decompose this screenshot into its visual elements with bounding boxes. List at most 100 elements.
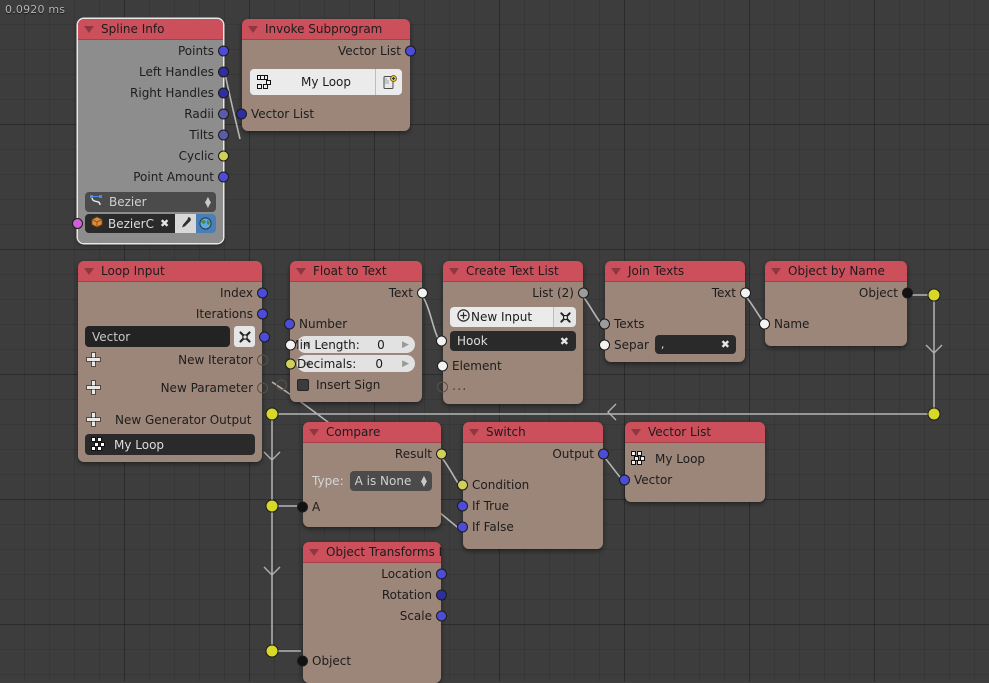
spline-type-dropdown[interactable]: Bezier ▲ ▼	[85, 192, 216, 212]
socket-text-out[interactable]	[417, 287, 428, 298]
socket-row-vector-list-in[interactable]: Vector List	[236, 103, 410, 124]
node-header[interactable]: Object Transforms I…	[303, 542, 441, 563]
type-dropdown[interactable]: A is None ▲ ▼	[349, 471, 432, 491]
world-globe-icon[interactable]	[195, 214, 216, 233]
node-header[interactable]: Float to Text	[290, 261, 422, 282]
triangle-down-icon[interactable]	[84, 267, 94, 275]
socket-hook[interactable]	[436, 335, 447, 347]
node-vector-list[interactable]: Vector List My Loop Vector	[619, 422, 765, 502]
node-join-texts[interactable]: Join Texts Text Texts Separ , ✖	[599, 261, 751, 362]
socket-row-new-iterator[interactable]: New Iterator	[78, 349, 268, 370]
remove-x-icon[interactable]: ✖	[554, 335, 569, 348]
socket-condition[interactable]	[457, 479, 468, 490]
subprogram-selector[interactable]: My Loop	[250, 69, 402, 95]
node-header[interactable]: Create Text List	[443, 261, 583, 282]
node-header[interactable]: Switch	[463, 422, 603, 443]
socket-iterator-vector[interactable]	[259, 331, 270, 342]
socket-row-points[interactable]: Points	[78, 40, 229, 61]
triangle-down-icon[interactable]	[631, 428, 641, 436]
socket-points[interactable]	[218, 45, 229, 56]
min-length-field[interactable]: ◀ Min Length: 0 ▶	[285, 336, 415, 353]
node-float-to-text[interactable]: Float to Text Text Number ◀ Min Length: …	[276, 261, 428, 402]
socket-name[interactable]	[759, 318, 770, 329]
decimals-field[interactable]: ◀ Decimals: 0 ▶	[285, 355, 415, 372]
socket-object-out[interactable]	[902, 287, 913, 298]
object-selector[interactable]: BezierC ✖	[85, 214, 216, 233]
subprogram-row[interactable]: My Loop	[625, 448, 765, 469]
triangle-down-icon[interactable]	[84, 25, 94, 33]
triangle-down-icon[interactable]	[469, 428, 479, 436]
socket-vector-list-out[interactable]	[405, 45, 416, 56]
socket-row-cyclic[interactable]: Cyclic	[78, 145, 229, 166]
node-invoke-subprogram[interactable]: Invoke Subprogram Vector List My Loop Ve…	[236, 19, 416, 131]
socket-row-vector-list-out[interactable]: Vector List	[242, 40, 416, 61]
eyedropper-icon[interactable]	[175, 214, 196, 233]
node-object-transforms[interactable]: Object Transforms I… Location Rotation S…	[297, 542, 447, 683]
socket-a[interactable]	[297, 501, 308, 512]
node-compare[interactable]: Compare Result Type: A is None ▲ ▼ A	[297, 422, 447, 527]
socket-row-name[interactable]: Name	[759, 313, 907, 334]
new-input-button[interactable]: New Input	[450, 307, 553, 327]
socket-row-condition[interactable]: Condition	[457, 474, 603, 495]
socket-row-rotation[interactable]: Rotation	[303, 584, 447, 605]
triangle-down-icon[interactable]	[309, 428, 319, 436]
socket-number[interactable]	[284, 318, 295, 329]
triangle-down-icon[interactable]	[309, 548, 319, 556]
socket-more[interactable]	[437, 381, 448, 392]
node-loop-input[interactable]: Loop Input Index Iterations Vector New I…	[78, 261, 270, 462]
socket-row-text-out[interactable]: Text	[290, 282, 428, 303]
socket-right-handles[interactable]	[218, 87, 229, 98]
socket-min-length[interactable]	[285, 339, 296, 350]
node-header[interactable]: Loop Input	[78, 261, 262, 282]
socket-row-object-in[interactable]: Object	[297, 650, 441, 671]
socket-row-location[interactable]: Location	[303, 563, 447, 584]
hook-field[interactable]: Hook ✖	[436, 331, 576, 351]
socket-object-in[interactable]	[297, 655, 308, 666]
separator-field[interactable]: , ✖	[654, 335, 736, 354]
socket-row-element[interactable]: Element	[437, 355, 583, 376]
node-header[interactable]: Compare	[303, 422, 441, 443]
socket-row-list-out[interactable]: List (2)	[443, 282, 589, 303]
socket-cyclic[interactable]	[218, 150, 229, 161]
socket-row-vector[interactable]: Vector	[619, 469, 765, 490]
socket-separator[interactable]	[599, 339, 610, 350]
socket-row-right-handles[interactable]: Right Handles	[78, 82, 229, 103]
socket-row-if-true[interactable]: If True	[457, 495, 603, 516]
triangle-down-icon[interactable]	[449, 267, 459, 275]
socket-index[interactable]	[257, 287, 268, 298]
socket-list-out[interactable]	[578, 287, 589, 298]
add-plus-icon[interactable]	[87, 413, 100, 426]
separator-row[interactable]: Separ , ✖	[599, 334, 745, 355]
socket-row-text-out[interactable]: Text	[605, 282, 751, 303]
socket-decimals[interactable]	[285, 358, 296, 369]
node-header[interactable]: Join Texts	[605, 261, 745, 282]
socket-row-index[interactable]: Index	[78, 282, 268, 303]
socket-row-object-out[interactable]: Object	[765, 282, 913, 303]
socket-vector[interactable]	[619, 474, 630, 485]
add-plus-icon[interactable]	[87, 381, 100, 394]
insert-sign-row[interactable]: Insert Sign	[276, 374, 422, 395]
socket-row-radii[interactable]: Radii	[78, 103, 229, 124]
socket-row-texts[interactable]: Texts	[599, 313, 745, 334]
loop-subprogram-field[interactable]: My Loop	[85, 434, 255, 455]
socket-row-output[interactable]: Output	[463, 443, 609, 464]
socket-texts[interactable]	[599, 318, 610, 329]
socket-row-point-amount[interactable]: Point Amount	[78, 166, 229, 187]
socket-vector-list-in[interactable]	[236, 108, 247, 119]
node-switch[interactable]: Switch Output Condition If True If False	[457, 422, 609, 549]
socket-row-tilts[interactable]: Tilts	[78, 124, 229, 145]
socket-row-left-handles[interactable]: Left Handles	[78, 61, 229, 82]
node-header[interactable]: Invoke Subprogram	[242, 19, 410, 40]
socket-if-false[interactable]	[457, 521, 468, 532]
chevron-right-icon[interactable]: ▶	[402, 340, 409, 350]
socket-row-new-parameter[interactable]: New Parameter	[78, 377, 268, 398]
chevron-updown-icon[interactable]: ▲ ▼	[421, 475, 427, 488]
socket-scale[interactable]	[436, 610, 447, 621]
socket-row-result[interactable]: Result	[303, 443, 447, 464]
socket-iterations[interactable]	[257, 308, 268, 319]
socket-row-a[interactable]: A	[297, 496, 441, 517]
socket-row-scale[interactable]: Scale	[303, 605, 447, 626]
unlink-x-icon[interactable]	[553, 307, 576, 327]
socket-point-amount[interactable]	[218, 171, 229, 182]
socket-left-handles[interactable]	[218, 66, 229, 77]
